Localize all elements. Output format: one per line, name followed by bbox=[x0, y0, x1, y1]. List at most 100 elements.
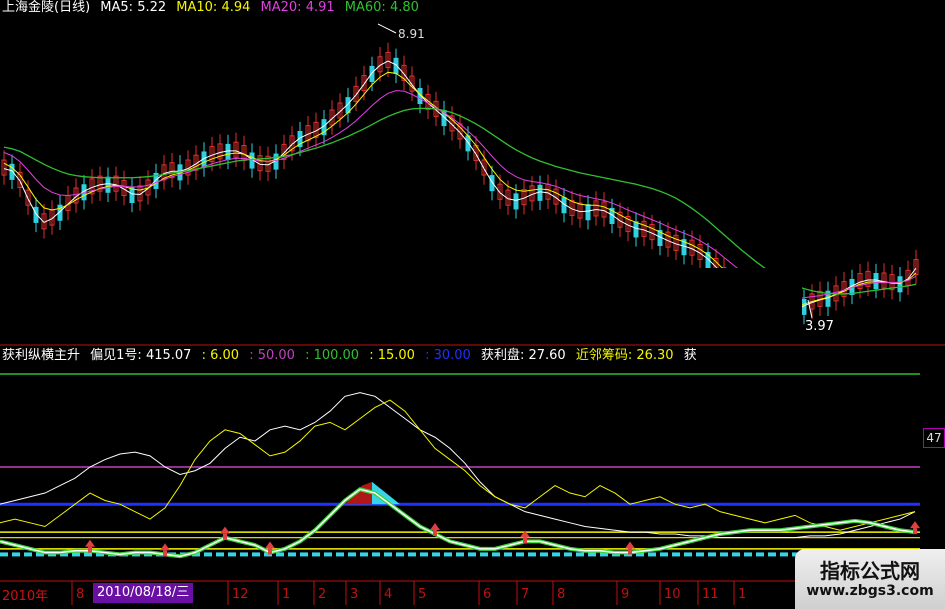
buy-arrow-stem bbox=[433, 529, 437, 536]
watermark-name: 指标公式网 bbox=[820, 559, 920, 583]
cyan-band-dash bbox=[516, 552, 524, 557]
buy-arrow bbox=[910, 521, 920, 529]
right-axis-tag: 47 bbox=[923, 428, 945, 448]
candle-body bbox=[537, 184, 543, 201]
cyan-band-dash bbox=[732, 552, 740, 557]
cyan-band-dash bbox=[708, 552, 716, 557]
cyan-band-dash bbox=[588, 552, 596, 557]
cyan-band-dash bbox=[300, 552, 308, 557]
ma10-legend: MA10: 4.94 bbox=[176, 0, 251, 15]
cyan-band-dash bbox=[312, 552, 320, 557]
bias-line-glow bbox=[0, 487, 916, 559]
price-legend: 上海金陵(日线) MA5: 5.22 MA10: 4.94 MA20: 4.91… bbox=[2, 0, 425, 16]
ma60-legend: MA60: 4.80 bbox=[344, 0, 419, 15]
indicator-line-30: : 30.00 bbox=[425, 348, 471, 363]
cyan-band-dash bbox=[72, 552, 80, 557]
date-tick-label: 4 bbox=[384, 587, 392, 602]
cyan-band-dash bbox=[252, 552, 260, 557]
cyan-band-dash bbox=[780, 552, 788, 557]
indicator-profit: 获利盘: 27.60 bbox=[480, 348, 566, 363]
indicator-line-6: : 6.00 bbox=[201, 348, 240, 363]
candle-body bbox=[633, 221, 639, 238]
cyan-band-dash bbox=[24, 552, 32, 557]
date-tick-label: 6 bbox=[483, 587, 491, 602]
cyan-band-dash bbox=[660, 552, 668, 557]
indicator-truncated: 获 bbox=[683, 348, 697, 363]
date-tick-label: 10 bbox=[664, 587, 681, 602]
date-tick-label: 2 bbox=[318, 587, 326, 602]
cyan-band-dash bbox=[288, 552, 296, 557]
candle-body bbox=[513, 193, 519, 210]
cyan-band-dash bbox=[528, 552, 536, 557]
buy-arrow bbox=[625, 541, 635, 549]
cyan-band-dash bbox=[420, 552, 428, 557]
cyan-band-dash bbox=[672, 552, 680, 557]
indicator-line-100: : 100.00 bbox=[305, 348, 360, 363]
candle-body bbox=[369, 65, 375, 82]
watermark-url: www.zbgs3.com bbox=[806, 583, 934, 599]
buy-arrow bbox=[430, 522, 440, 530]
cyan-band-dash bbox=[540, 552, 548, 557]
date-tick-label: 7 bbox=[521, 587, 529, 602]
cyan-band-dash bbox=[744, 552, 752, 557]
cyan-band-dash bbox=[372, 552, 380, 557]
date-tick-label: 8 bbox=[76, 587, 84, 602]
cyan-band-dash bbox=[684, 552, 692, 557]
cyan-band-dash bbox=[408, 552, 416, 557]
cyan-band-dash bbox=[276, 552, 284, 557]
overlay-block bbox=[922, 18, 945, 348]
high-price-label: 8.91 bbox=[398, 27, 425, 41]
candle-body bbox=[105, 176, 111, 193]
cyan-band-dash bbox=[336, 552, 344, 557]
cyan-band-dash bbox=[552, 552, 560, 557]
date-tick-label: 9 bbox=[621, 587, 629, 602]
stock-name: 上海金陵(日线) bbox=[2, 0, 91, 15]
low-price-label: 3.97 bbox=[805, 319, 834, 334]
candle-body bbox=[897, 276, 903, 293]
buy-arrow-stem bbox=[913, 528, 917, 535]
cyan-band-dash bbox=[396, 552, 404, 557]
buy-arrow bbox=[220, 526, 230, 534]
cyan-band-dash bbox=[648, 552, 656, 557]
high-pointer bbox=[377, 23, 397, 34]
indicator-legend: 获利纵横主升 偏见1号: 415.07 : 6.00 : 50.00 : 100… bbox=[2, 348, 703, 364]
date-tick-label: 11 bbox=[702, 587, 719, 602]
cyan-band-dash bbox=[480, 552, 488, 557]
ma20-legend: MA20: 4.91 bbox=[260, 0, 335, 15]
candle-body bbox=[585, 204, 591, 221]
buy-arrow-stem bbox=[163, 550, 167, 557]
indicator-line-15: : 15.00 bbox=[369, 348, 415, 363]
ma5-legend: MA5: 5.22 bbox=[100, 0, 167, 15]
cyan-band-dash bbox=[696, 552, 704, 557]
buy-arrow bbox=[160, 543, 170, 551]
cyan-band-dash bbox=[432, 552, 440, 557]
candle-body bbox=[225, 143, 231, 160]
cyan-band-dash bbox=[240, 552, 248, 557]
cyan-band-dash bbox=[12, 552, 20, 557]
date-tick-label: 1 bbox=[282, 587, 290, 602]
buy-arrow-stem bbox=[88, 546, 92, 553]
cyan-band-dash bbox=[84, 552, 92, 557]
date-tick-label: 5 bbox=[418, 587, 426, 602]
date-tick-label: 8 bbox=[557, 587, 565, 602]
cyan-band-dash bbox=[576, 552, 584, 557]
indicator-chips: 近邻筹码: 26.30 bbox=[575, 348, 674, 363]
date-tick-label: 3 bbox=[350, 587, 358, 602]
overlay-block bbox=[535, 18, 945, 140]
cyan-band-dash bbox=[768, 552, 776, 557]
stock-chart[interactable]: 8 12 1 2 3 4 5 6 7 8 9 10 11 1 bbox=[0, 0, 945, 609]
indicator-title: 获利纵横主升 bbox=[2, 348, 81, 363]
buy-arrow-stem bbox=[523, 537, 527, 544]
cyan-band-dash bbox=[228, 552, 236, 557]
cyan-band-dash bbox=[720, 552, 728, 557]
buy-arrow bbox=[265, 541, 275, 549]
indicator-line-1 bbox=[0, 399, 916, 531]
indicator-line-50: : 50.00 bbox=[249, 348, 295, 363]
cyan-band-dash bbox=[444, 552, 452, 557]
buy-arrow bbox=[85, 539, 95, 547]
cyan-band-dash bbox=[756, 552, 764, 557]
cyan-band-dash bbox=[492, 552, 500, 557]
selected-date: 2010/08/18/三 bbox=[93, 583, 194, 603]
cyan-band-dash bbox=[0, 552, 8, 557]
bias-line bbox=[0, 488, 916, 558]
